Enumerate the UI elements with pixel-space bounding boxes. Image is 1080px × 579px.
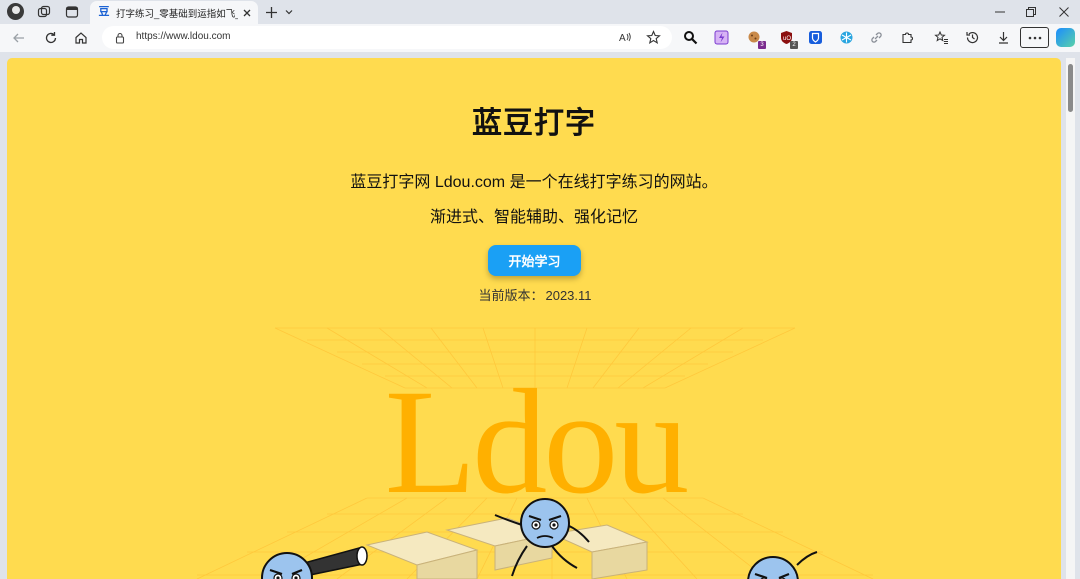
new-tab-icon[interactable] <box>262 3 280 21</box>
browser-toolbar: https://www.ldou.com A 3 uO 2 <box>0 24 1080 52</box>
tab-strip: 豆 打字练习_零基础到运指如飞_蓝豆打字 <box>0 0 1080 24</box>
link-extension-icon[interactable] <box>868 29 885 46</box>
refresh-icon[interactable] <box>42 29 60 47</box>
tab-close-icon[interactable] <box>241 6 253 18</box>
profile-avatar[interactable] <box>7 3 24 20</box>
restore-icon[interactable] <box>1023 4 1039 20</box>
read-aloud-icon[interactable]: A <box>618 30 633 45</box>
tab-actions-icon[interactable] <box>63 3 81 21</box>
cookie-extension-badge: 3 <box>758 41 766 49</box>
page-viewport: 蓝豆打字 蓝豆打字网 Ldou.com 是一个在线打字练习的网站。 渐进式、智能… <box>7 58 1061 579</box>
downloads-icon[interactable] <box>995 29 1012 46</box>
site-description: 蓝豆打字网 Ldou.com 是一个在线打字练习的网站。 <box>350 174 718 191</box>
site-tagline: 渐进式、智能辅助、强化记忆 <box>429 209 638 226</box>
version-label: 当前版本： <box>478 288 544 303</box>
settings-more-icon[interactable] <box>1020 27 1049 48</box>
scrollbar-thumb[interactable] <box>1068 64 1073 112</box>
history-icon[interactable] <box>964 29 981 46</box>
url-text[interactable]: https://www.ldou.com <box>136 31 230 42</box>
page-title: 蓝豆打字 <box>472 107 596 140</box>
minimize-icon[interactable] <box>992 4 1008 20</box>
purple-extension-icon[interactable] <box>713 29 730 46</box>
snowflake-extension-icon[interactable] <box>838 29 855 46</box>
close-window-icon[interactable] <box>1056 4 1072 20</box>
site-favicon: 豆 <box>98 6 110 18</box>
start-learning-button[interactable]: 开始学习 <box>488 245 581 276</box>
search-extension-icon[interactable] <box>682 29 699 46</box>
hero-illustration: Ldou <box>196 327 874 579</box>
cookie-extension-icon[interactable]: 3 <box>746 29 766 49</box>
home-icon[interactable] <box>72 29 90 47</box>
favorites-icon[interactable] <box>933 29 950 46</box>
bitwarden-extension-icon[interactable] <box>807 29 824 46</box>
tab-title: 打字练习_零基础到运指如飞_蓝豆打字 <box>116 9 238 20</box>
keyboard-keys <box>365 517 649 579</box>
extensions-puzzle-icon[interactable] <box>899 29 916 46</box>
scrollbar-track[interactable] <box>1066 58 1075 579</box>
tab-list-chevron-icon[interactable] <box>280 3 298 21</box>
version-info: 当前版本： 2023.11 <box>7 285 1061 304</box>
svg-text:A: A <box>619 33 626 44</box>
lock-icon[interactable] <box>114 31 126 44</box>
ublock-extension-icon[interactable]: uO 2 <box>778 29 798 49</box>
ublock-extension-badge: 2 <box>790 41 798 49</box>
version-value: 2023.11 <box>545 288 592 303</box>
address-bar[interactable]: https://www.ldou.com A <box>102 26 672 49</box>
active-tab[interactable]: 豆 打字练习_零基础到运指如飞_蓝豆打字 <box>90 1 258 24</box>
workspaces-icon[interactable] <box>35 3 53 21</box>
copilot-icon[interactable] <box>1056 28 1075 47</box>
favorite-star-icon[interactable] <box>646 30 661 45</box>
back-icon[interactable] <box>10 29 28 47</box>
